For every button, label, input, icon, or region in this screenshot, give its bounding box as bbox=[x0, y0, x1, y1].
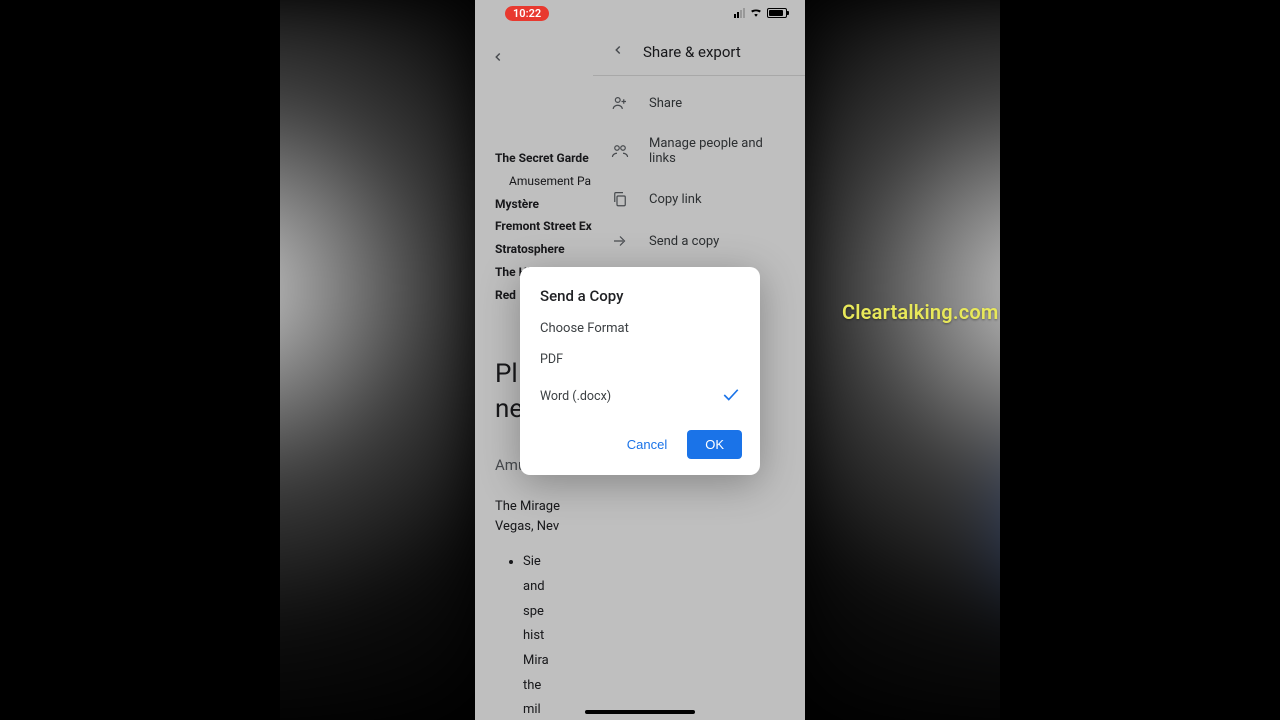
copy-icon bbox=[611, 190, 629, 208]
doc-line: Mystère bbox=[495, 193, 593, 216]
home-indicator[interactable] bbox=[585, 710, 695, 714]
share-row-manage[interactable]: Manage people and links bbox=[593, 124, 805, 178]
chevron-left-icon bbox=[491, 50, 505, 64]
doc-back-button[interactable] bbox=[475, 40, 593, 77]
people-icon bbox=[611, 142, 629, 160]
status-bar: 10:22 bbox=[475, 0, 805, 24]
ok-button[interactable]: OK bbox=[687, 430, 742, 459]
watermark-text: Cleartalking.com bbox=[842, 300, 998, 324]
share-row-share[interactable]: Share bbox=[593, 82, 805, 124]
status-indicators bbox=[734, 6, 787, 20]
format-label: Word (.docx) bbox=[540, 389, 611, 404]
doc-line: Stratosphere bbox=[495, 238, 593, 261]
dialog-title: Send a Copy bbox=[520, 287, 760, 313]
doc-bullet: mil bbox=[523, 698, 593, 720]
share-menu-list: Share Manage people and links Copy link … bbox=[593, 76, 805, 268]
send-arrow-icon bbox=[611, 232, 629, 250]
doc-bullet: Mira bbox=[523, 649, 593, 674]
doc-bullet-list: Sie and spe hist Mira the mil bbox=[495, 550, 593, 720]
chevron-left-icon bbox=[611, 43, 625, 57]
share-row-label: Send a copy bbox=[649, 234, 719, 249]
doc-bullet: Sie bbox=[523, 550, 593, 575]
doc-paragraph: The Mirage Vegas, Nev bbox=[495, 497, 593, 536]
letterbox-right bbox=[1000, 0, 1280, 720]
doc-bullet: hist bbox=[523, 624, 593, 649]
doc-line: The Secret Garde bbox=[495, 147, 593, 170]
cancel-button[interactable]: Cancel bbox=[617, 430, 677, 459]
status-time-recording: 10:22 bbox=[505, 6, 549, 21]
cellular-signal-icon bbox=[734, 8, 745, 18]
dialog-actions: Cancel OK bbox=[520, 416, 760, 463]
share-back-button[interactable] bbox=[611, 42, 625, 61]
format-option-pdf[interactable]: PDF bbox=[520, 342, 760, 377]
send-copy-dialog: Send a Copy Choose Format PDF Word (.doc… bbox=[520, 267, 760, 475]
doc-bullet: spe bbox=[523, 600, 593, 625]
doc-line: Fremont Street Ex bbox=[495, 215, 593, 238]
share-row-sendcopy[interactable]: Send a copy bbox=[593, 220, 805, 262]
share-row-label: Copy link bbox=[649, 192, 702, 207]
checkmark-icon bbox=[722, 387, 740, 406]
doc-bullet: the bbox=[523, 674, 593, 699]
letterbox-left bbox=[0, 0, 280, 720]
battery-icon bbox=[767, 8, 787, 18]
dialog-subtitle: Choose Format bbox=[520, 313, 760, 342]
person-add-icon bbox=[611, 94, 629, 112]
format-option-word[interactable]: Word (.docx) bbox=[520, 377, 760, 416]
share-row-label: Share bbox=[649, 96, 682, 111]
doc-bullet: and bbox=[523, 575, 593, 600]
format-label: PDF bbox=[540, 352, 563, 367]
phone-frame: The Secret Garde Amusement Pa Mystère Fr… bbox=[475, 0, 805, 720]
share-title: Share & export bbox=[643, 43, 741, 61]
share-row-label: Manage people and links bbox=[649, 136, 787, 166]
share-row-copylink[interactable]: Copy link bbox=[593, 178, 805, 220]
doc-line: Amusement Pa bbox=[495, 170, 593, 193]
wifi-icon bbox=[749, 6, 763, 20]
